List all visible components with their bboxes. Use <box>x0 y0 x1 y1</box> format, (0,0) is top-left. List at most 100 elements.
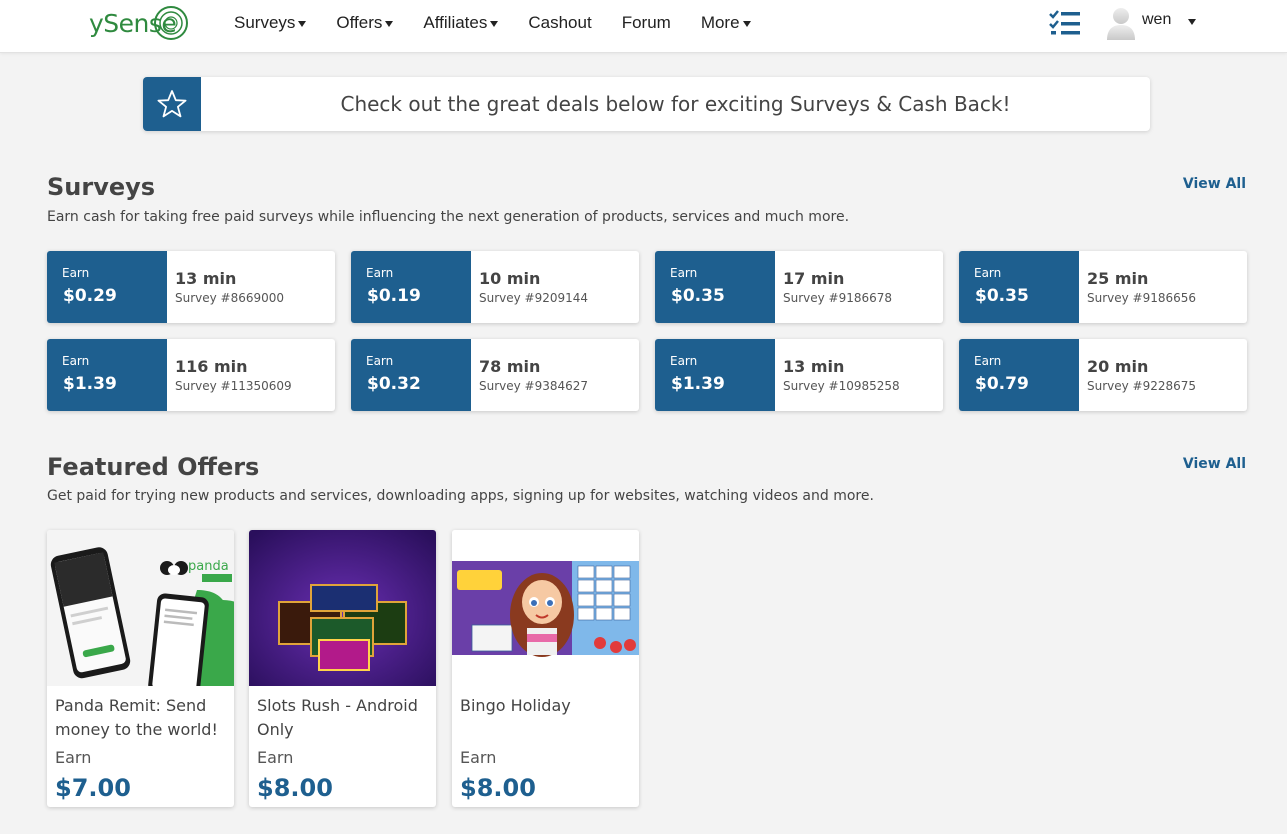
survey-id: Survey #11350609 <box>175 379 292 393</box>
survey-earn-box: Earn $1.39 <box>47 339 167 411</box>
slots-rush-game-illustration <box>249 530 436 686</box>
survey-card[interactable]: Earn $1.39 13 min Survey #10985258 <box>655 339 943 411</box>
survey-earn-label: Earn <box>62 354 90 368</box>
offer-title: Panda Remit: Send money to the world! <box>55 696 218 739</box>
ysense-logo[interactable]: ySense <box>89 4 188 42</box>
survey-card[interactable]: Earn $0.35 25 min Survey #9186656 <box>959 251 1247 323</box>
survey-earn-label: Earn <box>670 354 698 368</box>
surveys-description: Earn cash for taking free paid surveys w… <box>47 209 850 225</box>
survey-time: 17 min <box>783 269 845 288</box>
survey-card[interactable]: Earn $0.32 78 min Survey #9384627 <box>351 339 639 411</box>
surveys-title: Surveys <box>47 173 156 201</box>
survey-card[interactable]: Earn $0.79 20 min Survey #9228675 <box>959 339 1247 411</box>
offers-title: Featured Offers <box>47 453 260 481</box>
survey-earn-label: Earn <box>974 354 1002 368</box>
banner-text: Check out the great deals below for exci… <box>340 92 1011 116</box>
offer-amount: $7.00 <box>55 774 131 802</box>
caret-down-icon <box>742 21 751 27</box>
bingo-holiday-game-illustration <box>452 530 639 686</box>
survey-earn-box: Earn $0.19 <box>351 251 471 323</box>
survey-earn-label: Earn <box>974 266 1002 280</box>
offer-amount: $8.00 <box>460 774 536 802</box>
survey-card[interactable]: Earn $0.29 13 min Survey #8669000 <box>47 251 335 323</box>
survey-earn-box: Earn $0.29 <box>47 251 167 323</box>
star-icon <box>157 90 187 118</box>
survey-time: 20 min <box>1087 357 1149 376</box>
survey-amount: $0.19 <box>367 286 421 306</box>
offer-earn-label: Earn <box>460 748 497 767</box>
user-avatar-icon <box>1107 8 1135 40</box>
survey-earn-box: Earn $0.32 <box>351 339 471 411</box>
survey-card[interactable]: Earn $1.39 116 min Survey #11350609 <box>47 339 335 411</box>
survey-earn-box: Earn $0.79 <box>959 339 1079 411</box>
survey-earn-label: Earn <box>366 266 394 280</box>
survey-time: 13 min <box>175 269 237 288</box>
nav-forum-label: Forum <box>621 13 671 32</box>
nav-cashout-label: Cashout <box>528 13 592 32</box>
survey-amount: $0.35 <box>671 286 725 306</box>
caret-down-icon <box>1188 19 1196 25</box>
survey-id: Survey #9186656 <box>1087 291 1197 305</box>
nav-surveys[interactable]: Surveys <box>234 12 307 34</box>
svg-text:panda: panda <box>188 559 229 574</box>
offer-card[interactable]: panda Panda Remit: Send money to the wor… <box>47 530 234 807</box>
main-nav: Surveys Offers Affiliates Cashout Forum … <box>234 12 781 34</box>
survey-id: Survey #9384627 <box>479 379 589 393</box>
panda-remit-app-illustration: panda <box>47 530 234 686</box>
survey-earn-label: Earn <box>366 354 394 368</box>
offer-card[interactable]: Bingo Holiday Earn $8.00 <box>452 530 639 807</box>
nav-more[interactable]: More <box>701 12 751 34</box>
survey-amount: $0.79 <box>975 374 1029 394</box>
top-navbar: ySense Surveys Offers Affiliates Cashout… <box>0 0 1287 53</box>
survey-time: 25 min <box>1087 269 1149 288</box>
bingo-holiday-image <box>452 530 639 686</box>
offers-description: Get paid for trying new products and ser… <box>47 488 874 504</box>
offers-view-all-link[interactable]: View All <box>1183 456 1246 472</box>
nav-offers-label: Offers <box>336 13 383 32</box>
nav-offers[interactable]: Offers <box>336 12 394 34</box>
survey-id: Survey #9228675 <box>1087 379 1197 393</box>
survey-amount: $0.29 <box>63 286 117 306</box>
survey-time: 116 min <box>175 357 248 376</box>
survey-earn-box: Earn $0.35 <box>655 251 775 323</box>
panda-remit-image: panda <box>47 530 234 686</box>
offer-amount: $8.00 <box>257 774 333 802</box>
survey-amount: $0.32 <box>367 374 421 394</box>
surveys-view-all-link[interactable]: View All <box>1183 176 1246 192</box>
survey-time: 13 min <box>783 357 845 376</box>
survey-earn-label: Earn <box>62 266 90 280</box>
user-name: wen <box>1142 11 1172 28</box>
survey-earn-box: Earn $1.39 <box>655 339 775 411</box>
offer-card[interactable]: Slots Rush - Android Only Earn $8.00 <box>249 530 436 807</box>
checklist-icon[interactable] <box>1049 9 1081 37</box>
survey-card[interactable]: Earn $0.35 17 min Survey #9186678 <box>655 251 943 323</box>
caret-down-icon <box>298 21 307 27</box>
survey-id: Survey #9186678 <box>783 291 893 305</box>
slots-rush-image <box>249 530 436 686</box>
offer-title: Slots Rush - Android Only <box>257 696 418 739</box>
caret-down-icon <box>490 21 499 27</box>
offer-earn-label: Earn <box>257 748 294 767</box>
survey-id: Survey #8669000 <box>175 291 285 305</box>
nav-cashout[interactable]: Cashout <box>528 12 591 34</box>
nav-more-label: More <box>700 13 740 32</box>
offer-title: Bingo Holiday <box>460 696 571 715</box>
caret-down-icon <box>385 21 394 27</box>
promo-banner: Check out the great deals below for exci… <box>143 77 1150 131</box>
nav-affiliates-label: Affiliates <box>423 13 488 32</box>
nav-forum[interactable]: Forum <box>622 12 671 34</box>
offer-earn-label: Earn <box>55 748 92 767</box>
survey-id: Survey #9209144 <box>479 291 589 305</box>
user-menu[interactable]: wen <box>1106 4 1196 40</box>
survey-card[interactable]: Earn $0.19 10 min Survey #9209144 <box>351 251 639 323</box>
survey-time: 78 min <box>479 357 541 376</box>
nav-surveys-label: Surveys <box>234 13 296 32</box>
logo-ring-icon <box>154 6 188 40</box>
survey-id: Survey #10985258 <box>783 379 900 393</box>
survey-amount: $1.39 <box>63 374 117 394</box>
survey-earn-box: Earn $0.35 <box>959 251 1079 323</box>
survey-time: 10 min <box>479 269 541 288</box>
survey-amount: $1.39 <box>671 374 725 394</box>
survey-amount: $0.35 <box>975 286 1029 306</box>
nav-affiliates[interactable]: Affiliates <box>423 12 499 34</box>
